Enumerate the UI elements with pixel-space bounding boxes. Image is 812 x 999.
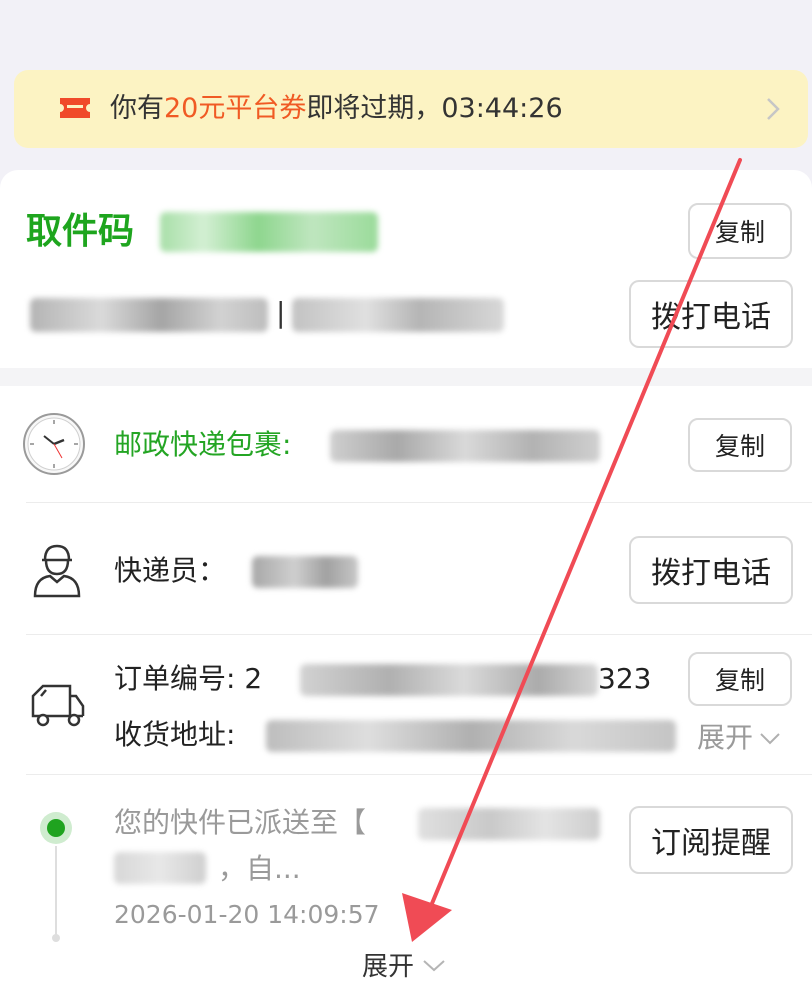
timeline-dot-active (47, 819, 65, 837)
timeline-line (55, 846, 57, 936)
tracking-location-redacted (418, 808, 600, 840)
row-divider (26, 502, 812, 503)
delivery-truck-icon (30, 682, 86, 732)
chevron-down-icon (759, 720, 781, 753)
tracking-number-redacted (330, 430, 600, 462)
copy-tracking-number-button[interactable]: 复制 (688, 418, 792, 472)
tracking-status-line1: 您的快件已派送至【 (114, 806, 367, 839)
address-label: 收货地址: (114, 718, 236, 751)
pickup-code-value-redacted (160, 212, 378, 252)
pickup-code-label: 取件码 (26, 211, 135, 252)
row-divider (26, 774, 812, 775)
courier-label: 快递员： (114, 554, 227, 587)
chevron-right-icon (766, 97, 780, 125)
chevron-down-icon (422, 950, 446, 980)
subscribe-reminder-button[interactable]: 订阅提醒 (629, 806, 793, 874)
tracking-status-line2: ，自... (218, 852, 301, 885)
pickup-address-redacted (292, 298, 504, 332)
carrier-label: 邮政快递包裹: (114, 428, 292, 461)
tracking-location-detail-redacted (114, 852, 206, 884)
order-number-suffix: 323 (598, 662, 652, 695)
courier-name-redacted (252, 556, 358, 588)
order-number-prefix: 订单编号: 2 (114, 662, 263, 695)
row-divider (26, 634, 812, 635)
call-courier-button[interactable]: 拨打电话 (629, 536, 793, 604)
courier-person-icon (30, 540, 84, 602)
coupon-amount: 20元平台券 (164, 93, 307, 124)
coupon-expiry-banner[interactable]: 你有20元平台券即将过期，03:44:26 (14, 70, 808, 148)
coupon-ticket-icon (58, 96, 92, 124)
tracking-timestamp: 2026-01-20 14:09:57 (114, 900, 380, 929)
timeline-end-dot (52, 934, 60, 942)
expand-tracking-toggle[interactable]: 展开 (362, 946, 446, 983)
pickup-info-separator: | (276, 296, 286, 329)
section-divider (0, 368, 812, 386)
copy-pickup-code-button[interactable]: 复制 (688, 203, 792, 259)
clock-icon (22, 412, 86, 480)
order-number-redacted (300, 664, 598, 696)
call-pickup-station-button[interactable]: 拨打电话 (629, 280, 793, 348)
delivery-address-redacted (266, 720, 676, 752)
copy-order-number-button[interactable]: 复制 (688, 652, 792, 706)
pickup-station-name-redacted (30, 298, 268, 332)
coupon-expiry-text: 你有20元平台券即将过期，03:44:26 (110, 93, 563, 124)
expand-address-toggle[interactable]: 展开 (697, 716, 781, 756)
